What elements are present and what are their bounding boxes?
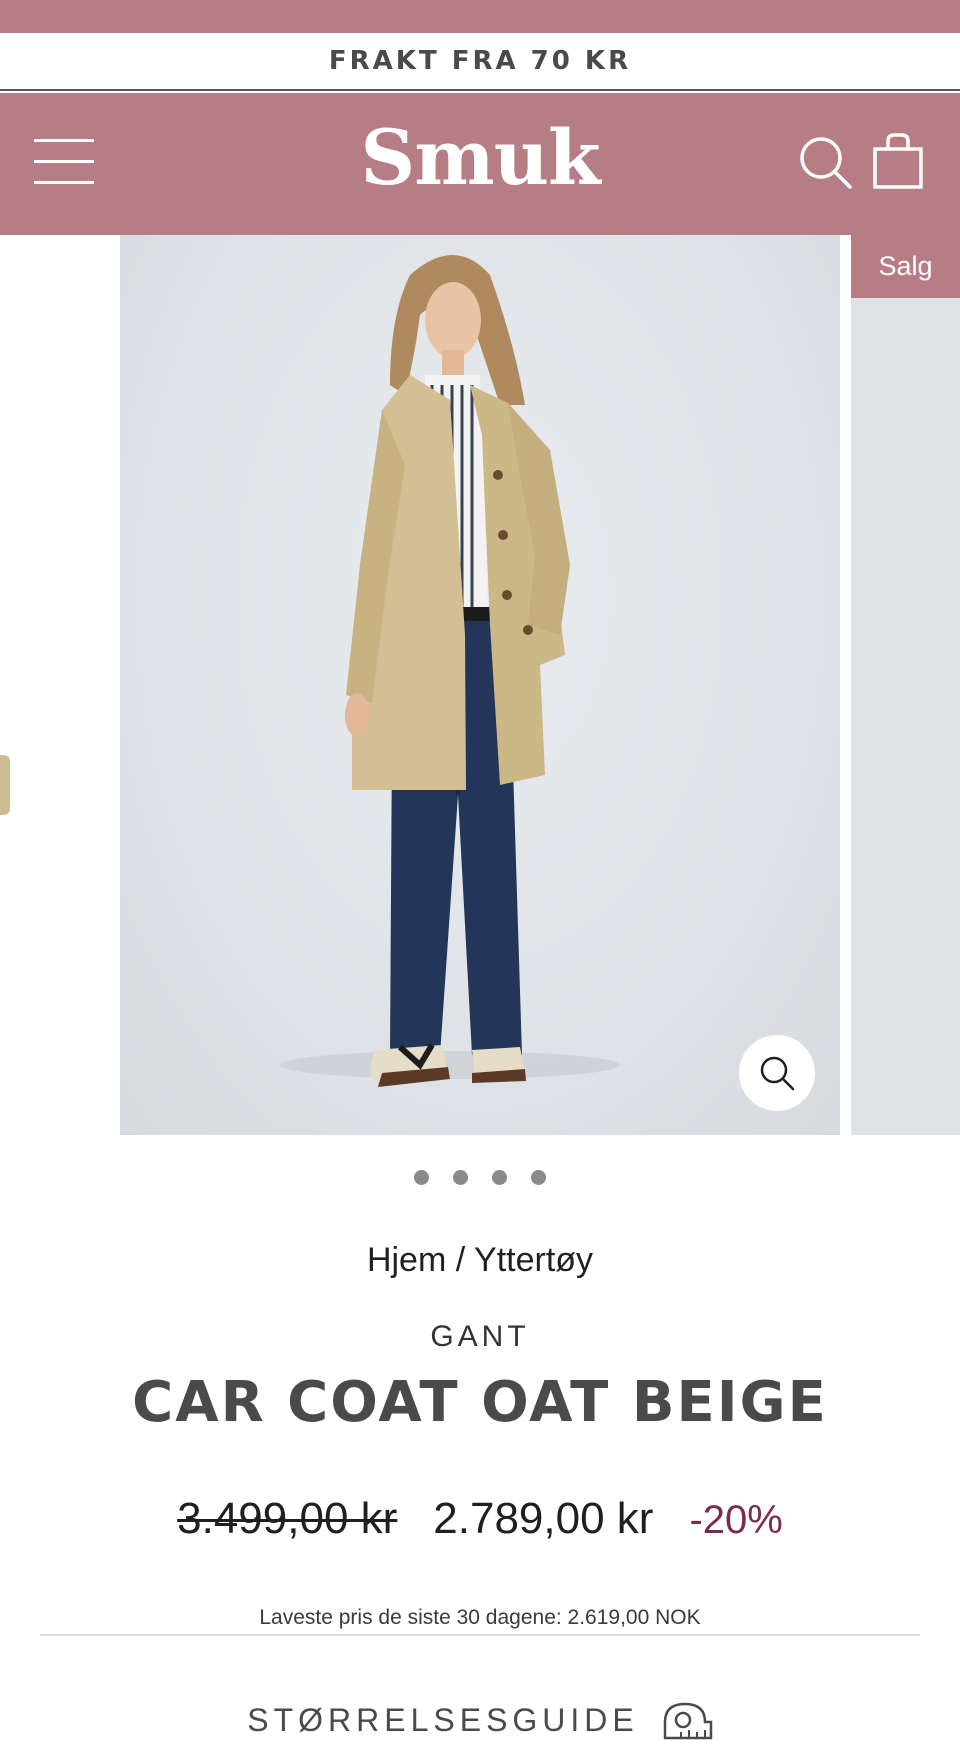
previous-slide[interactable]: [0, 235, 106, 1135]
carousel-dot-2[interactable]: [453, 1170, 468, 1185]
announcement-text: FRAKT FRA 70 KR: [328, 46, 632, 76]
product-brand[interactable]: GANT: [0, 1320, 960, 1354]
cart-button[interactable]: [872, 133, 924, 189]
breadcrumb: Hjem / Yttertøy: [0, 1241, 960, 1280]
hamburger-menu-icon-line: [34, 160, 94, 163]
price-row: 3.499,00 kr 2.789,00 kr -20%: [0, 1494, 960, 1544]
carousel-dot-1[interactable]: [414, 1170, 429, 1185]
logo[interactable]: Smuk: [330, 113, 630, 202]
size-guide-link[interactable]: STØRRELSESGUIDE: [0, 1700, 960, 1740]
product-image-carousel[interactable]: Salg: [0, 235, 960, 1135]
original-price: 3.499,00 kr: [177, 1494, 398, 1543]
measuring-tape-icon: [663, 1702, 712, 1740]
site-header: Smuk: [0, 93, 960, 235]
breadcrumb-home-link[interactable]: Hjem: [367, 1241, 446, 1279]
shopping-bag-icon: [873, 133, 923, 189]
zoom-button[interactable]: [739, 1035, 815, 1111]
carousel-dot-3[interactable]: [492, 1170, 507, 1185]
divider: [40, 1634, 920, 1636]
breadcrumb-separator: /: [446, 1241, 475, 1279]
sale-price: 2.789,00 kr: [433, 1494, 654, 1543]
product-image[interactable]: [120, 235, 840, 1135]
hamburger-menu-icon: [34, 139, 94, 142]
next-slide[interactable]: [851, 235, 960, 1135]
announcement-bar: FRAKT FRA 70 KR: [0, 33, 960, 91]
product-photo: [280, 255, 620, 1087]
discount-badge: -20%: [689, 1498, 783, 1542]
hamburger-menu-icon-line: [34, 181, 94, 184]
size-guide-label: STØRRELSESGUIDE: [247, 1701, 639, 1738]
carousel-dot-4[interactable]: [531, 1170, 546, 1185]
search-icon: [800, 137, 852, 189]
top-accent-strip: [0, 0, 960, 33]
menu-button[interactable]: [34, 139, 94, 185]
search-button[interactable]: [798, 135, 854, 191]
previous-slide-peek: [0, 755, 10, 815]
sale-badge: Salg: [851, 235, 960, 298]
lowest-price-note: Laveste pris de siste 30 dagene: 2.619,0…: [259, 1606, 701, 1629]
carousel-pagination: [0, 1170, 960, 1190]
product-title: CAR COAT OAT BEIGE: [132, 1370, 828, 1435]
zoom-icon: [760, 1056, 795, 1091]
breadcrumb-category-link[interactable]: Yttertøy: [474, 1241, 593, 1279]
